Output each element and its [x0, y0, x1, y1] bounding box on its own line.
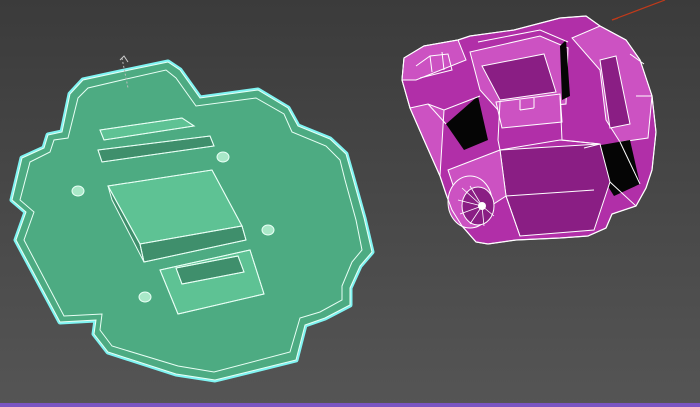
timeline-strip[interactable] — [0, 403, 700, 407]
perspective-viewport[interactable] — [0, 0, 700, 407]
cylinder-pivot-icon — [478, 202, 486, 210]
viewport-scene[interactable] — [0, 0, 700, 407]
